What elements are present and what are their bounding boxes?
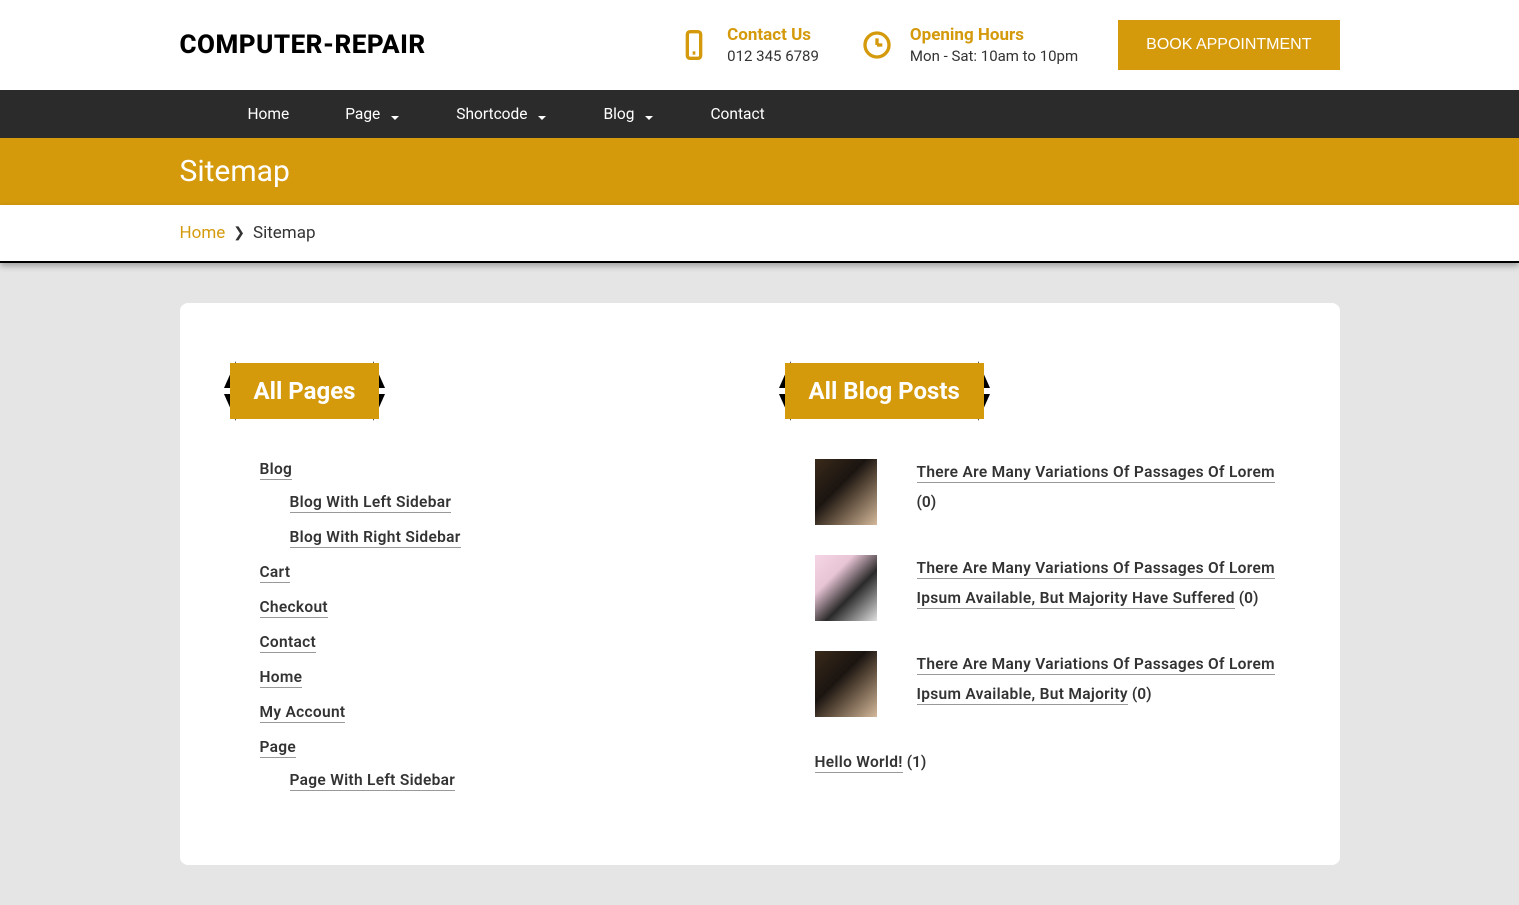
all-pages-column: All Pages Blog Blog With Left Sidebar Bl… xyxy=(230,363,735,805)
page-link-page[interactable]: Page xyxy=(260,738,297,758)
page-link-account[interactable]: My Account xyxy=(260,703,346,723)
clock-icon xyxy=(859,27,895,63)
book-appointment-button[interactable]: BOOK APPOINTMENT xyxy=(1118,20,1339,70)
contact-detail: 012 345 6789 xyxy=(727,47,819,65)
nav-home[interactable]: Home xyxy=(220,90,318,138)
hours-detail: Mon - Sat: 10am to 10pm xyxy=(910,47,1078,65)
comment-count: (1) xyxy=(907,753,927,771)
page-link-checkout[interactable]: Checkout xyxy=(260,598,328,618)
chevron-down-icon xyxy=(644,109,654,119)
blog-post-item: There Are Many Variations Of Passages Of… xyxy=(815,459,1290,525)
breadcrumb-home-link[interactable]: Home xyxy=(180,223,226,243)
page-title: Sitemap xyxy=(180,154,1340,189)
contact-title: Contact Us xyxy=(727,25,819,45)
phone-icon xyxy=(676,27,712,63)
blog-post-link[interactable]: There Are Many Variations Of Passages Of… xyxy=(917,559,1275,609)
blog-post-item: There Are Many Variations Of Passages Of… xyxy=(815,651,1290,717)
page-link-page-left[interactable]: Page With Left Sidebar xyxy=(290,771,456,791)
comment-count: (0) xyxy=(1132,685,1152,703)
page-title-bar: Sitemap xyxy=(0,138,1519,205)
blog-thumbnail[interactable] xyxy=(815,459,877,525)
chevron-right-icon: ❯ xyxy=(233,225,245,241)
contact-block: Contact Us 012 345 6789 xyxy=(676,25,819,65)
page-link-cart[interactable]: Cart xyxy=(260,563,291,583)
page-link-contact[interactable]: Contact xyxy=(260,633,317,653)
comment-count: (0) xyxy=(1239,589,1259,607)
section-header-posts: All Blog Posts xyxy=(785,363,984,419)
main-nav: Home Page Shortcode Blog Contact xyxy=(0,90,1519,138)
page-link-home[interactable]: Home xyxy=(260,668,303,688)
hours-block: Opening Hours Mon - Sat: 10am to 10pm xyxy=(859,25,1078,65)
nav-contact[interactable]: Contact xyxy=(682,90,792,138)
page-link-blog[interactable]: Blog xyxy=(260,460,293,480)
site-logo[interactable]: COMPUTER-REPAIR xyxy=(180,30,426,60)
all-posts-column: All Blog Posts There Are Many Variations… xyxy=(785,363,1290,805)
chevron-down-icon xyxy=(390,109,400,119)
page-link-blog-left[interactable]: Blog With Left Sidebar xyxy=(290,493,452,513)
nav-page[interactable]: Page xyxy=(317,90,428,138)
nav-blog[interactable]: Blog xyxy=(575,90,682,138)
blog-thumbnail[interactable] xyxy=(815,555,877,621)
page-link-blog-right[interactable]: Blog With Right Sidebar xyxy=(290,528,461,548)
blog-post-link[interactable]: Hello World! xyxy=(815,753,903,773)
section-title: All Pages xyxy=(230,363,380,419)
blog-post-link[interactable]: There Are Many Variations Of Passages Of… xyxy=(917,463,1275,483)
blog-post-item: There Are Many Variations Of Passages Of… xyxy=(815,555,1290,621)
comment-count: (0) xyxy=(917,493,937,511)
chevron-down-icon xyxy=(537,109,547,119)
section-title: All Blog Posts xyxy=(785,363,984,419)
section-header-pages: All Pages xyxy=(230,363,380,419)
blog-post-item: Hello World! (1) xyxy=(815,747,1290,777)
hours-title: Opening Hours xyxy=(910,25,1078,45)
header-top: COMPUTER-REPAIR Contact Us 012 345 6789 xyxy=(0,0,1519,90)
blog-post-link[interactable]: There Are Many Variations Of Passages Of… xyxy=(917,655,1275,705)
blog-thumbnail[interactable] xyxy=(815,651,877,717)
breadcrumb: Home ❯ Sitemap xyxy=(180,223,1340,243)
content-card: All Pages Blog Blog With Left Sidebar Bl… xyxy=(180,303,1340,865)
nav-shortcode[interactable]: Shortcode xyxy=(428,90,575,138)
breadcrumb-current: Sitemap xyxy=(253,223,316,243)
breadcrumb-bar: Home ❯ Sitemap xyxy=(0,205,1519,263)
